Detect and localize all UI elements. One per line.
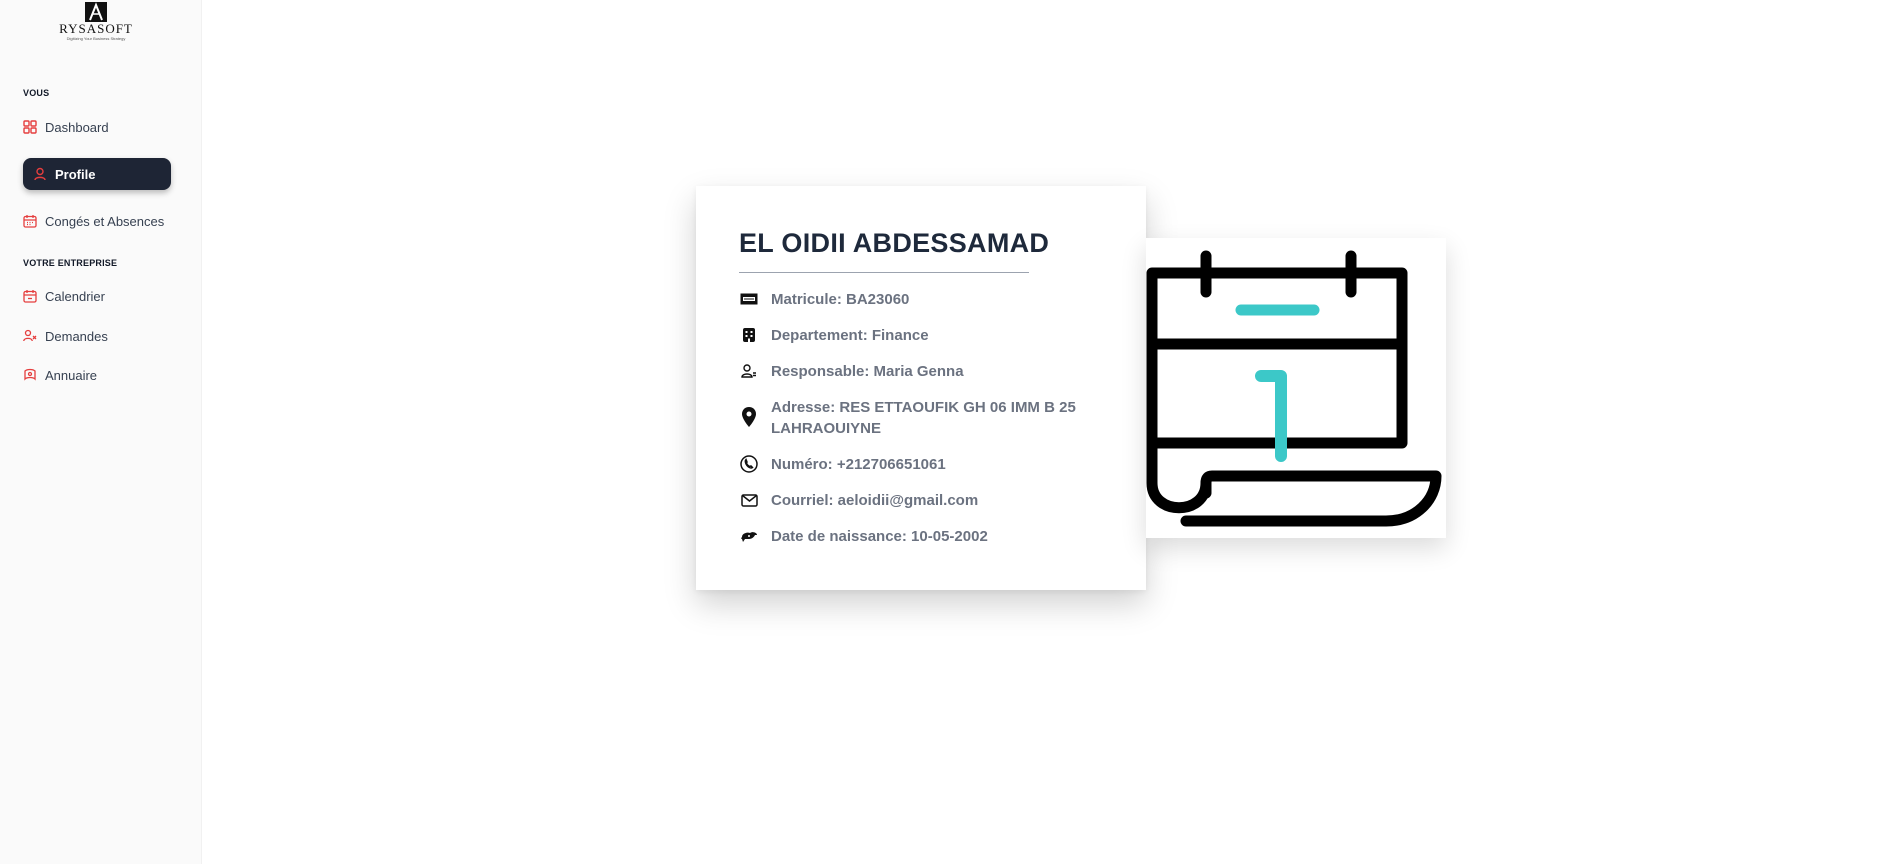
sidebar-item-label: Annuaire [45,367,98,383]
profile-card: EL OIDII ABDESSAMAD Matricule: BA23060 D… [696,186,1146,590]
divider [739,272,1029,273]
calendar-icon [23,214,37,228]
info-text: Responsable: Maria Genna [771,363,964,380]
info-text: Matricule: BA23060 [771,291,910,308]
info-row-courriel: Courriel: aeloidii@gmail.com [739,490,1119,511]
info-row-numero: Numéro: +212706651061 [739,454,1119,475]
logo[interactable]: RYSASOFT Digitizing Your Business Strate… [52,0,140,48]
users-icon [23,329,37,343]
section-label-vous: VOUS [23,88,50,98]
info-row-adresse: Adresse: RES ETTAOUFIK GH 06 IMM B 25 LA… [739,397,1119,439]
sidebar-item-label: Calendrier [45,288,105,304]
calendar-icon [23,289,37,303]
sidebar: RYSASOFT Digitizing Your Business Strate… [0,0,202,864]
info-text: Adresse: RES ETTAOUFIK GH 06 IMM B 25 LA… [771,399,1076,437]
location-pin-icon [739,407,759,427]
sidebar-item-demandes[interactable]: Demandes [23,320,108,352]
sidebar-item-label: Congés et Absences [45,213,165,229]
logo-tagline: Digitizing Your Business Strategy [66,36,126,41]
logo-mark-icon [85,2,107,22]
info-row-departement: Departement: Finance [739,325,1119,346]
app-root: RYSASOFT Digitizing Your Business Strate… [0,0,1885,864]
grid-icon [23,120,37,134]
info-text: Departement: Finance [771,327,929,344]
manager-icon [739,361,759,381]
user-icon [33,167,47,181]
section-label-entreprise: VOTRE ENTREPRISE [23,258,118,268]
cake-icon [739,526,759,546]
logo-brand: RYSASOFT [59,21,133,36]
sidebar-item-label: Demandes [45,328,108,344]
envelope-icon [739,490,759,510]
sidebar-item-calendrier[interactable]: Calendrier [23,280,105,312]
sidebar-item-label: Profile [55,166,96,182]
info-text: Date de naissance: 10-05-2002 [771,528,988,545]
sidebar-item-dashboard[interactable]: Dashboard [23,111,109,143]
sidebar-item-label: Dashboard [45,119,109,135]
sidebar-item-conges[interactable]: Congés et Absences [23,205,164,237]
info-text: Courriel: aeloidii@gmail.com [771,492,979,509]
sidebar-item-annuaire[interactable]: Annuaire [23,359,97,391]
info-row-matricule: Matricule: BA23060 [739,289,1119,310]
info-row-responsable: Responsable: Maria Genna [739,361,1119,382]
id-card-icon [739,289,759,309]
sidebar-item-profile[interactable]: Profile [23,158,171,190]
book-icon [23,368,37,382]
info-row-naissance: Date de naissance: 10-05-2002 [739,526,1119,547]
profile-name: EL OIDII ABDESSAMAD [739,228,1050,258]
phone-icon [739,454,759,474]
info-text: Numéro: +212706651061 [771,456,946,473]
building-icon [739,325,759,345]
calendar-graphic-icon [1146,250,1442,527]
calendar-illustration: 1 [1146,238,1446,538]
